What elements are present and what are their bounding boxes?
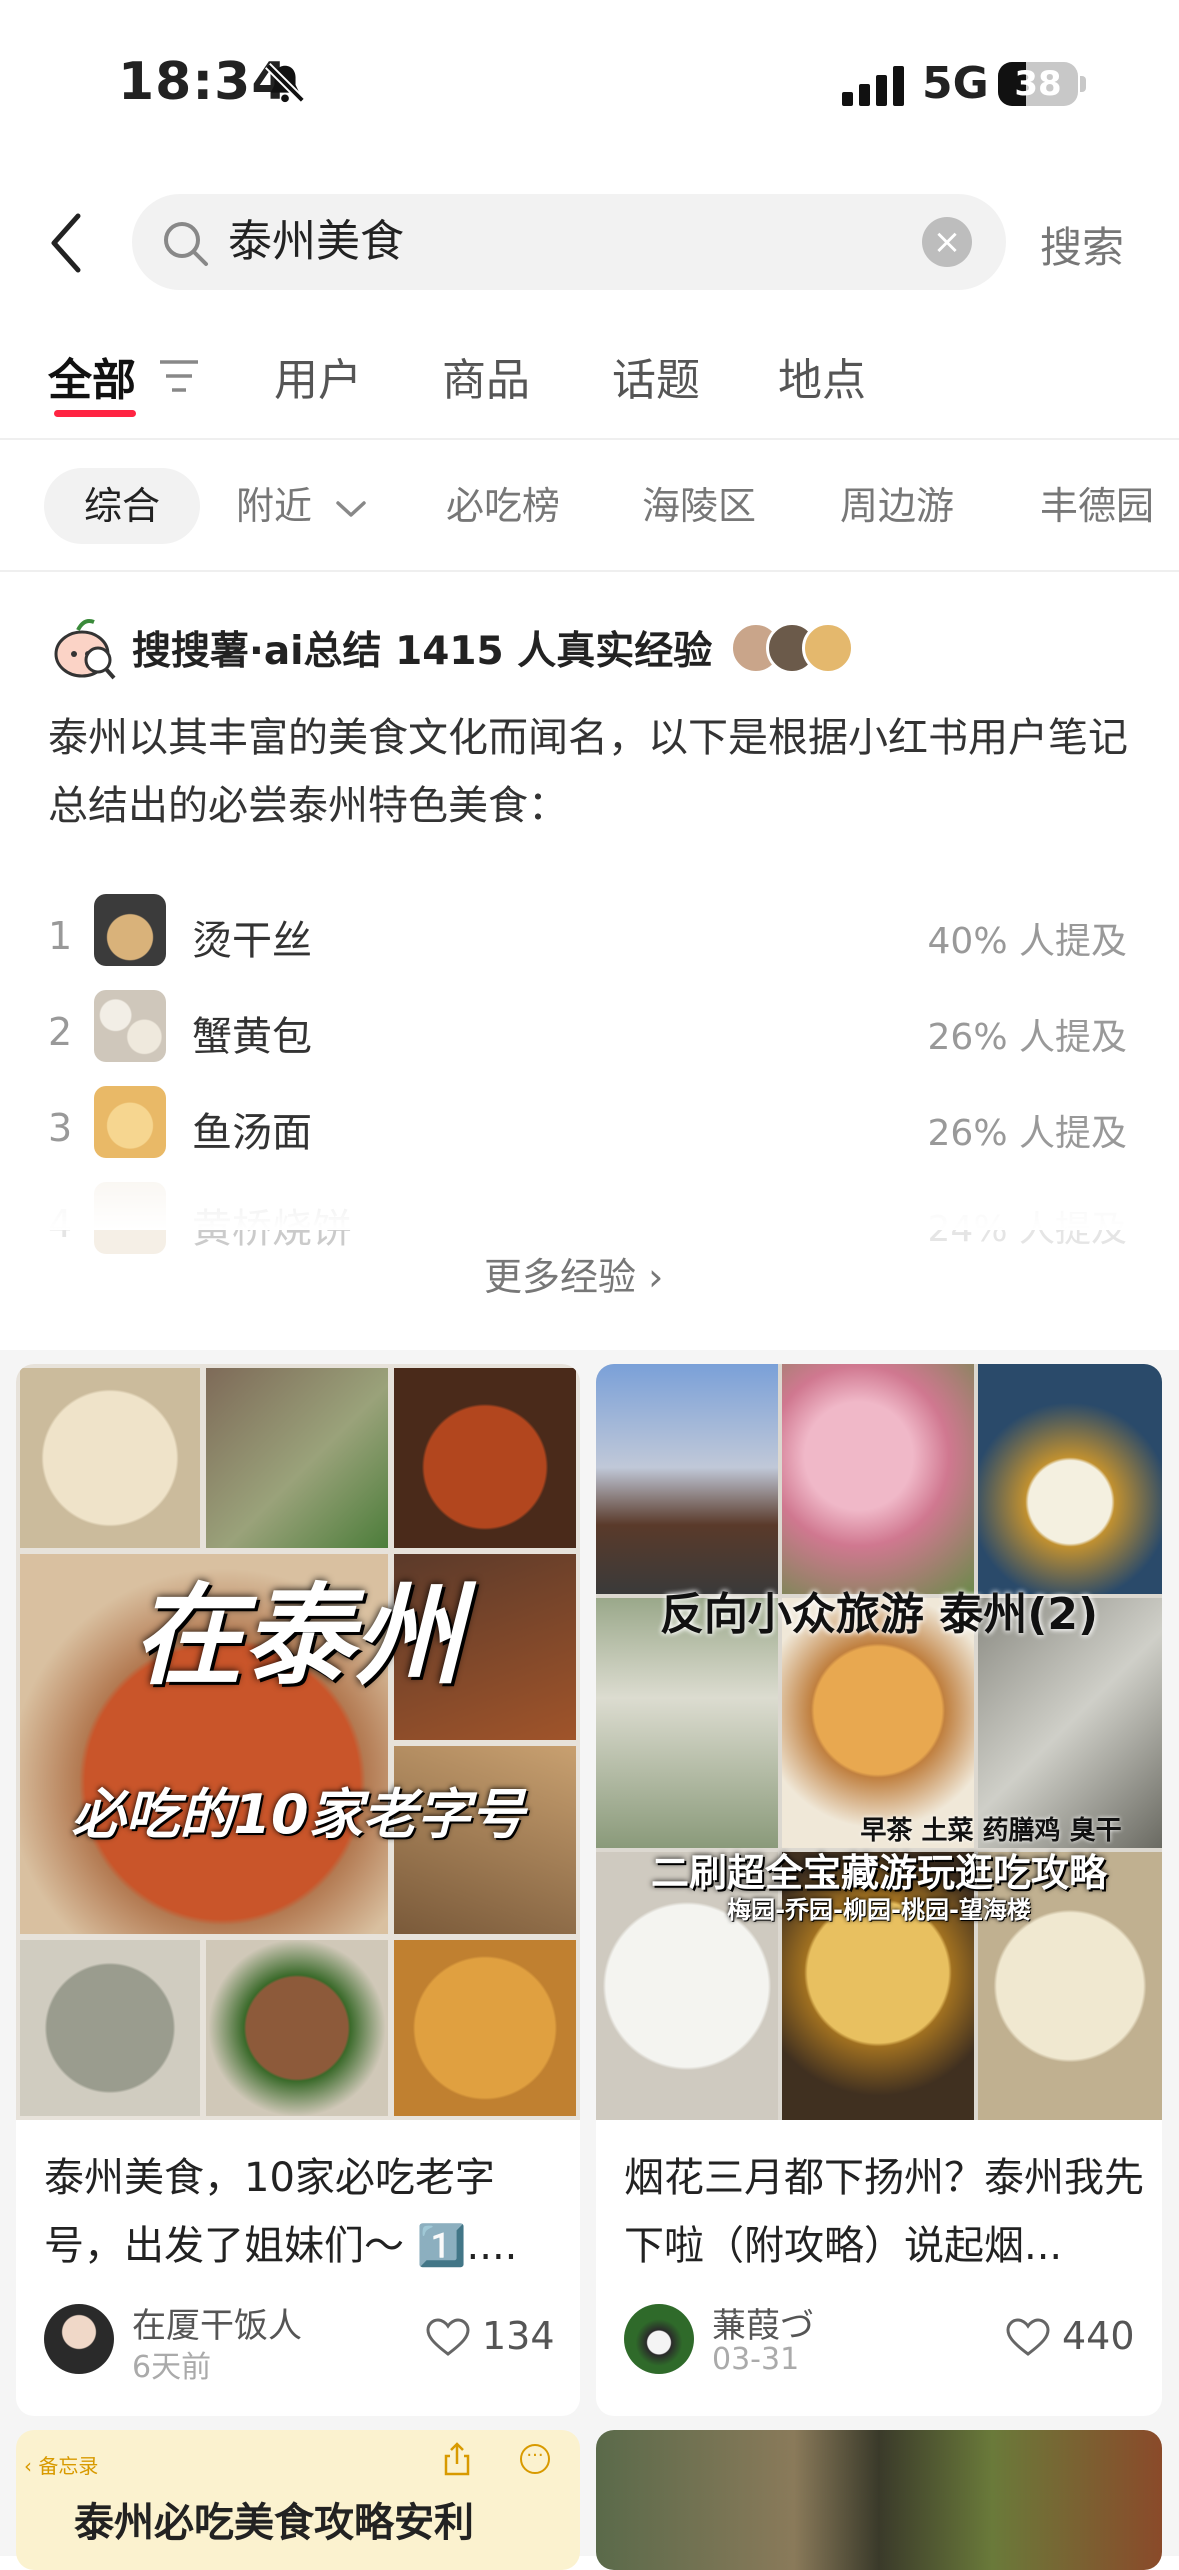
- card-date: 6天前: [132, 2350, 212, 2385]
- battery-icon: 38: [998, 62, 1078, 106]
- tab-all[interactable]: 全部: [48, 344, 136, 408]
- battery-level: 38: [1014, 64, 1062, 104]
- like-count: 440: [1062, 2314, 1135, 2358]
- food-mention-percent: 26% 人提及: [927, 1113, 1127, 1154]
- network-type: 5G: [922, 58, 989, 109]
- back-arrow-icon[interactable]: [44, 208, 88, 278]
- card-username[interactable]: 蒹葭づ: [712, 2298, 814, 2347]
- card-image-caption: 二刷超全宝藏游玩逛吃攻略: [650, 1851, 1107, 1895]
- chip-nearby-label: 附近: [236, 484, 313, 528]
- card-image: [596, 2430, 1162, 2570]
- card-image: 反向小众旅游 泰州(2) 早茶 土菜 药膳鸡 臭干 二刷超全宝藏游玩逛吃攻略 梅…: [596, 1364, 1162, 2120]
- card-app-label: ‹ 备忘录: [24, 2450, 98, 2479]
- card-title: 烟花三月都下扬州？泰州我先下啦（附攻略）说起烟...: [624, 2155, 1144, 2269]
- list-item[interactable]: 1 烫干丝 40% 人提及: [0, 894, 1179, 984]
- card-image-caption: 必吃的10家老字号: [71, 1783, 525, 1846]
- chip-nearby-trips[interactable]: 周边游: [840, 468, 954, 544]
- avatar[interactable]: [624, 2304, 694, 2374]
- share-icon: [444, 2442, 470, 2476]
- clear-icon[interactable]: ×: [922, 217, 972, 267]
- food-thumbnail: [94, 990, 166, 1062]
- feed-card[interactable]: 在泰州 必吃的10家老字号 泰州美食，10家必吃老字号，出发了姐妹们～ 1️⃣.…: [16, 1364, 580, 2416]
- food-name: 烫干丝: [192, 918, 312, 964]
- card-image-caption: 泰州必吃美食攻略安利: [74, 2500, 474, 2546]
- feed-card[interactable]: ‹ 备忘录 ··· 泰州必吃美食攻略安利: [16, 2430, 580, 2570]
- food-thumbnail: [94, 894, 166, 966]
- card-image-caption: 梅园-乔园-柳园-桃园-望海楼: [727, 1896, 1031, 1924]
- bell-muted-icon: [265, 63, 305, 103]
- active-tab-underline: [54, 410, 136, 417]
- food-mention-percent: 26% 人提及: [927, 1017, 1127, 1058]
- list-item[interactable]: 2 蟹黄包 26% 人提及: [0, 990, 1179, 1080]
- like-count: 134: [482, 2314, 555, 2358]
- card-image-caption: 反向小众旅游 泰州(2): [659, 1589, 1099, 1640]
- avatar: [802, 622, 854, 674]
- feed-card[interactable]: [596, 2430, 1162, 2570]
- list-item[interactable]: 3 鱼汤面 26% 人提及: [0, 1086, 1179, 1176]
- food-name: 蟹黄包: [192, 1014, 312, 1060]
- ai-summary-title: 搜搜薯·ai总结 1415 人真实经验: [132, 629, 713, 674]
- divider: [0, 570, 1179, 572]
- chip-comprehensive[interactable]: 综合: [44, 468, 200, 544]
- search-query[interactable]: 泰州美食: [228, 212, 404, 272]
- tab-places[interactable]: 地点: [778, 344, 866, 408]
- chevron-left-icon: ‹: [24, 2454, 39, 2478]
- list-fade-overlay: [0, 1170, 1179, 1230]
- search-icon: [164, 222, 208, 266]
- battery-tip: [1080, 76, 1086, 92]
- avatar[interactable]: [44, 2304, 114, 2374]
- card-date: 03-31: [712, 2342, 800, 2377]
- heart-icon[interactable]: [426, 2318, 470, 2358]
- food-rank: 2: [48, 1010, 73, 1054]
- ai-potato-icon: [54, 619, 116, 680]
- filter-icon[interactable]: [156, 356, 202, 396]
- chip-nearby[interactable]: 附近: [236, 468, 368, 544]
- divider: [0, 438, 1179, 440]
- chip-fengdeyuan[interactable]: 丰德园: [1040, 468, 1154, 544]
- food-rank: 1: [48, 914, 73, 958]
- tab-topics[interactable]: 话题: [612, 344, 700, 408]
- food-rank: 3: [48, 1106, 73, 1150]
- ai-summary-body: 泰州以其丰富的美食文化而闻名，以下是根据小红书用户笔记总结出的必尝泰州特色美食：: [48, 715, 1128, 829]
- card-image-caption: 在泰州: [133, 1572, 463, 1700]
- food-name: 鱼汤面: [192, 1110, 312, 1156]
- card-image: 在泰州 必吃的10家老字号: [16, 1364, 580, 2120]
- feed-card[interactable]: 反向小众旅游 泰州(2) 早茶 土菜 药膳鸡 臭干 二刷超全宝藏游玩逛吃攻略 梅…: [596, 1364, 1162, 2416]
- signal-icon: [842, 66, 904, 106]
- food-mention-percent: 40% 人提及: [927, 921, 1127, 962]
- card-title: 泰州美食，10家必吃老字号，出发了姐妹们～ 1️⃣....: [44, 2155, 518, 2269]
- heart-icon[interactable]: [1006, 2318, 1050, 2358]
- card-app-name: 备忘录: [38, 2454, 99, 2478]
- chevron-down-icon: [336, 500, 366, 517]
- chip-must-eat[interactable]: 必吃榜: [446, 468, 560, 544]
- more-icon: ···: [520, 2444, 550, 2474]
- tab-products[interactable]: 商品: [442, 344, 530, 408]
- chip-hailing[interactable]: 海陵区: [642, 468, 756, 544]
- more-experience-link[interactable]: 更多经验 ›: [484, 1246, 663, 1301]
- search-button[interactable]: 搜索: [1040, 214, 1124, 275]
- food-thumbnail: [94, 1086, 166, 1158]
- tab-users[interactable]: 用户: [274, 344, 362, 408]
- card-username[interactable]: 在厦干饭人: [132, 2298, 302, 2347]
- status-bar: 18:34 5G 38: [0, 0, 1179, 180]
